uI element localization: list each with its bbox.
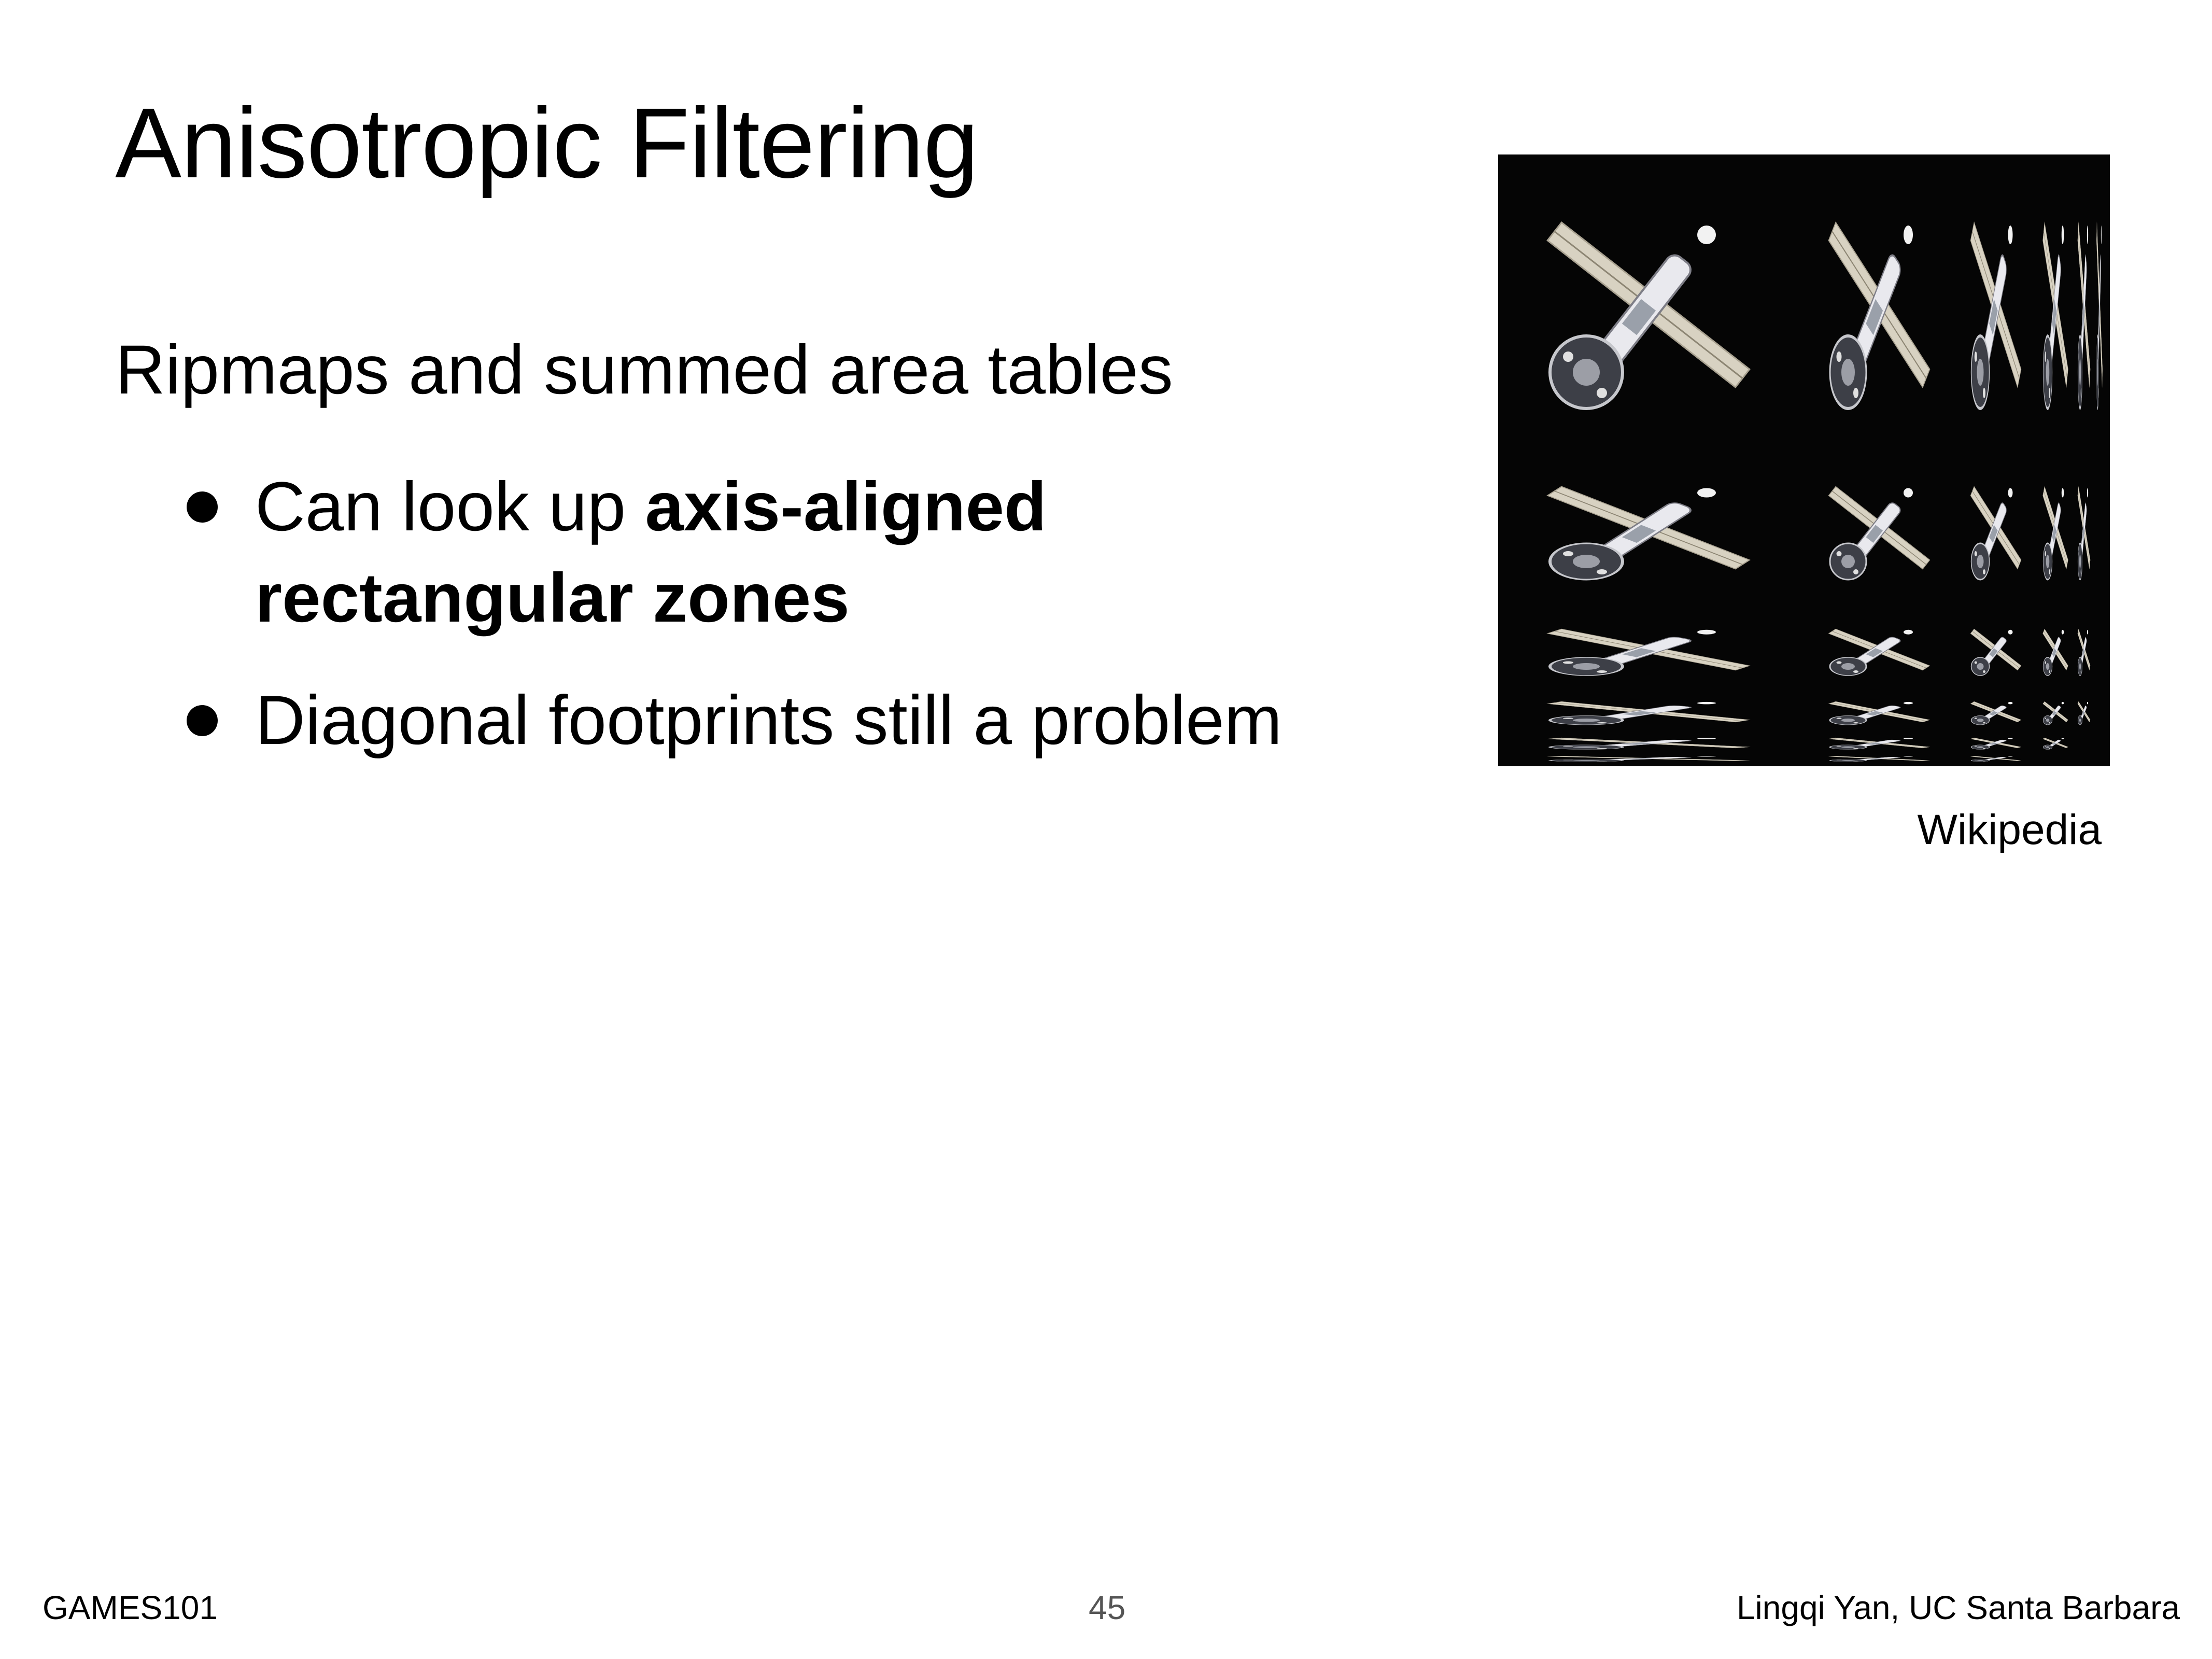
bullet-text: Diagonal footprints still a problem [255,682,1283,759]
footer-page-number: 45 [1089,1589,1126,1626]
bullet-item-diagonal: Diagonal footprints still a problem [115,675,1442,766]
ripmap-satellite-image [1498,154,2110,766]
footer-author: Lingqi Yan, UC Santa Barbara [1736,1589,2180,1626]
image-caption: Wikipedia [1917,806,2102,853]
bullet-dot-icon [187,491,218,523]
slide-title: Anisotropic Filtering [115,87,979,199]
bullet-list: Can look up axis-aligned rectangular zon… [115,461,1442,797]
lead-text: Ripmaps and summed area tables [115,331,1173,409]
bullet-text: Can look up [255,468,645,545]
ripmap-image-svg [1498,154,2110,766]
bullet-item-axis-aligned: Can look up axis-aligned rectangular zon… [115,461,1442,644]
bullet-dot-icon [187,705,218,736]
footer-course: GAMES101 [43,1589,218,1626]
